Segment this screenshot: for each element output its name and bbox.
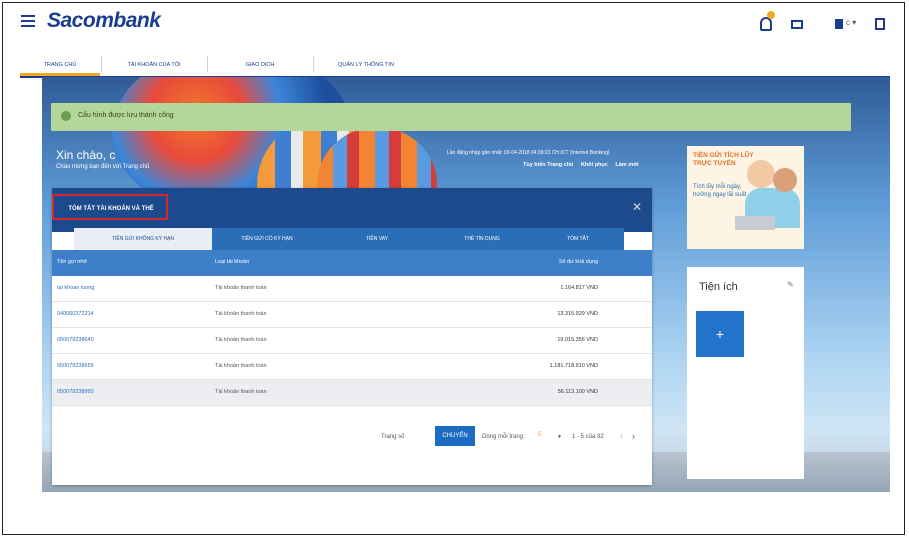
top-header: Sacombank c ▾ — [15, 3, 895, 51]
main-nav: TRANG CHỦ TÀI KHOẢN CỦA TÔI GIAO DỊCH QU… — [20, 54, 890, 78]
table-row[interactable]: 040060272214 Tài khoản thanh toán 13.315… — [52, 302, 652, 328]
account-name-link[interactable]: 050079238640 — [57, 337, 94, 343]
tab-loans[interactable]: TIỀN VAY — [322, 228, 432, 250]
promo-image — [773, 168, 797, 192]
greeting-title: Xin chào, c — [56, 148, 116, 162]
panel-header: TÓM TẮT TÀI KHOẢN VÀ THẺ ✕ — [52, 188, 652, 232]
account-balance: 13.315.929 VND — [557, 311, 598, 317]
column-header-name[interactable]: Tên gợi nhớ — [57, 259, 87, 265]
utilities-title: Tiện ích — [699, 281, 738, 293]
page-number-label: Trang số — [381, 434, 405, 440]
column-header-type[interactable]: Loại tài khoản — [215, 259, 249, 265]
tab-term-deposit[interactable]: TIỀN GỬI CÓ KỲ HẠN — [212, 228, 322, 250]
tab-home[interactable]: TRANG CHỦ — [20, 54, 100, 76]
add-utility-button[interactable]: + — [696, 311, 744, 357]
page-range: 1 - 5 của 32 — [572, 434, 604, 440]
account-name-link[interactable]: tai khoan luong — [57, 285, 94, 291]
account-balance: 19.015.356 VND — [557, 337, 598, 343]
account-type: Tài khoản thanh toán — [215, 389, 267, 395]
column-header-balance[interactable]: Số dư khả dụng — [502, 259, 598, 265]
promo-image — [747, 160, 775, 188]
mail-icon[interactable] — [791, 20, 803, 29]
account-name-link[interactable]: 050079238993 — [57, 389, 94, 395]
account-name-link[interactable]: 040060272214 — [57, 311, 94, 317]
account-summary-panel: TÓM TẮT TÀI KHOẢN VÀ THẺ ✕ TIỀN GỬI KHÔN… — [52, 188, 652, 485]
edit-icon[interactable]: ✎ — [787, 280, 794, 289]
success-alert: Cấu hình được lưu thành công — [51, 103, 851, 131]
table-row[interactable]: tai khoan luong Tài khoản thanh toán 1.1… — [52, 276, 652, 302]
rows-per-page-select[interactable]: 5 — [538, 432, 541, 438]
table-header: Tên gợi nhớ Loại tài khoản Số dư khả dụn… — [52, 250, 652, 276]
table-row[interactable]: 050079238640 Tài khoản thanh toán 19.015… — [52, 328, 652, 354]
alert-message: Cấu hình được lưu thành công — [78, 112, 174, 119]
notification-badge — [767, 11, 775, 19]
account-balance: 1.164.817 VND — [560, 285, 598, 291]
tab-my-accounts[interactable]: TÀI KHOẢN CỦA TÔI — [102, 54, 206, 76]
last-login-info: Lần đăng nhập gần nhất: 03-04-2018 04:38… — [447, 150, 610, 156]
home-actions: Tùy biến Trang chủ Khôi phục Làm mới — [517, 162, 639, 168]
account-type: Tài khoản thanh toán — [215, 285, 267, 291]
menu-icon[interactable] — [21, 15, 35, 27]
user-menu[interactable]: c ▾ — [846, 18, 856, 27]
utilities-widget: Tiện ích ✎ + — [687, 267, 804, 479]
tab-transactions[interactable]: GIAO DỊCH — [208, 54, 312, 76]
panel-tabs: TIỀN GỬI KHÔNG KỲ HẠN TIỀN GỬI CÓ KỲ HẠN… — [74, 228, 624, 250]
tab-demand-deposit[interactable]: TIỀN GỬI KHÔNG KỲ HẠN — [74, 228, 212, 250]
tab-summary[interactable]: TÓM TẮT — [532, 228, 624, 250]
rows-per-page-label: Dòng mỗi trang: — [482, 434, 525, 440]
logout-icon[interactable] — [875, 18, 885, 30]
account-name-link[interactable]: 050079238659 — [57, 363, 94, 369]
laptop-image — [735, 216, 775, 230]
tab-info-management[interactable]: QUẢN LÝ THÔNG TIN — [314, 54, 418, 76]
app-window: Sacombank c ▾ TRANG CHỦ TÀI KHOẢN CỦA TÔ… — [2, 2, 905, 535]
account-balance: 1.181.718.910 VND — [549, 363, 598, 369]
table-row[interactable]: 050079238993 Tài khoản thanh toán 56.113… — [52, 380, 652, 406]
next-page-icon[interactable]: › — [632, 431, 635, 441]
check-circle-icon — [61, 111, 71, 121]
promo-banner[interactable]: TIỀN GỬI TÍCH LŨY TRỰC TUYẾN Tích lũy mỗ… — [687, 146, 804, 249]
customize-home-link[interactable]: Tùy biến Trang chủ — [523, 162, 573, 168]
refresh-link[interactable]: Làm mới — [615, 162, 638, 168]
table-row[interactable]: 050079238659 Tài khoản thanh toán 1.181.… — [52, 354, 652, 380]
account-balance: 56.113.100 VND — [557, 389, 598, 395]
account-type: Tài khoản thanh toán — [215, 337, 267, 343]
restore-link[interactable]: Khôi phục — [581, 162, 608, 168]
notification-bell-icon[interactable] — [760, 17, 772, 31]
prev-page-icon[interactable]: ‹ — [620, 431, 623, 441]
tab-credit-cards[interactable]: THẺ TÍN DỤNG — [432, 228, 532, 250]
panel-title: TÓM TẮT TÀI KHOẢN VÀ THẺ — [52, 194, 168, 220]
brand-logo[interactable]: Sacombank — [47, 9, 161, 33]
user-icon[interactable] — [835, 19, 843, 29]
go-to-page-button[interactable]: CHUYỂN — [435, 426, 475, 446]
chevron-down-icon[interactable]: ▼ — [557, 434, 562, 440]
account-type: Tài khoản thanh toán — [215, 311, 267, 317]
greeting-subtitle: Chào mừng bạn đến với Trang chủ — [56, 164, 150, 170]
close-icon[interactable]: ✕ — [632, 200, 642, 214]
account-type: Tài khoản thanh toán — [215, 363, 267, 369]
